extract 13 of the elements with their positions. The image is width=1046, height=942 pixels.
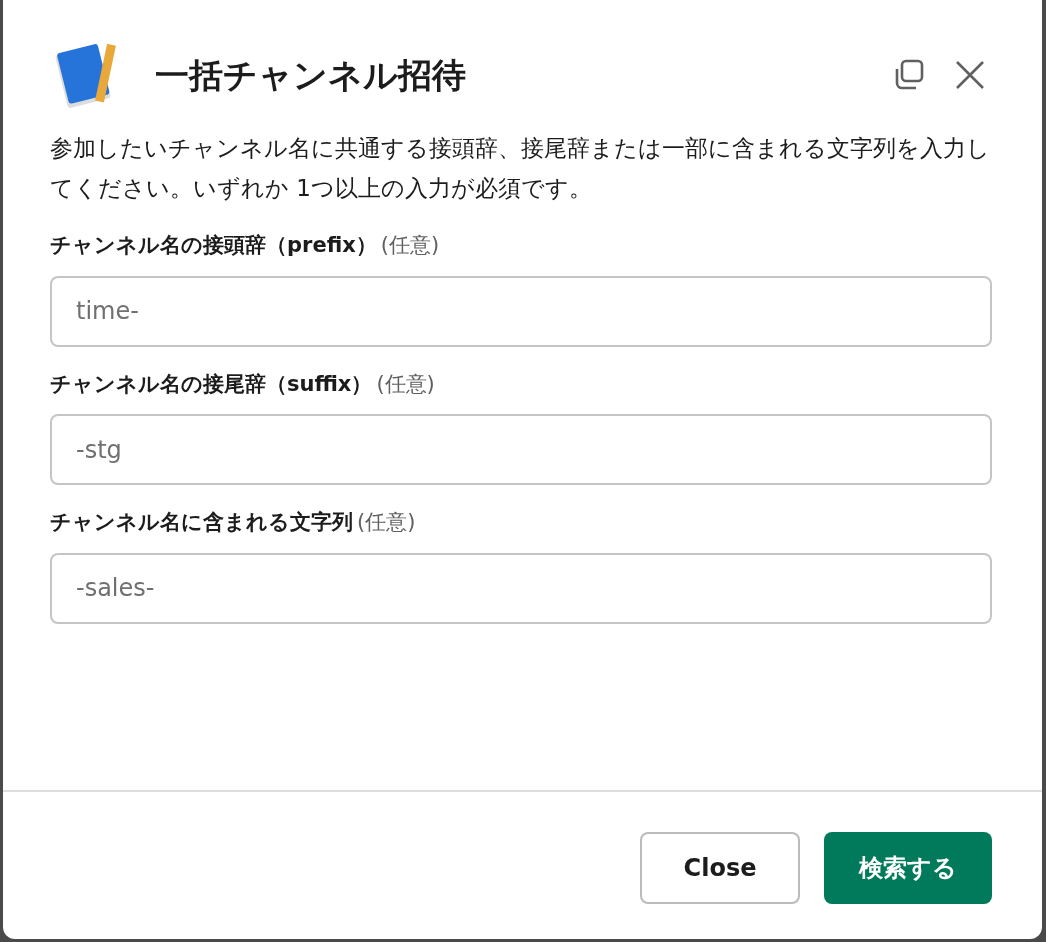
- close-button[interactable]: Close: [640, 832, 800, 904]
- optional-hint: (任意): [376, 371, 435, 396]
- input-field[interactable]: -sales-: [50, 552, 992, 624]
- description-text: 参加したいチャンネル名に共通する接頭辞、接尾辞または一部に含まれる文字列を入力してください。いずれか 1つ以上の入力が必須です。: [50, 134, 991, 203]
- search-button[interactable]: 検索する: [824, 832, 992, 904]
- input-field[interactable]: time-: [50, 275, 992, 347]
- optional-hint: (任意): [380, 233, 440, 257]
- optional-hint: (任意): [357, 510, 416, 534]
- field-label: チャンネル名の接尾辞（suffix）: [50, 371, 373, 396]
- modal-title: 一括チャンネル招待: [155, 54, 467, 96]
- field-label: チャンネル名の接頭辞（prefix）: [50, 233, 377, 257]
- field-label: チャンネル名に含まれる文字列: [50, 510, 353, 534]
- input-field[interactable]: -stg: [50, 414, 992, 485]
